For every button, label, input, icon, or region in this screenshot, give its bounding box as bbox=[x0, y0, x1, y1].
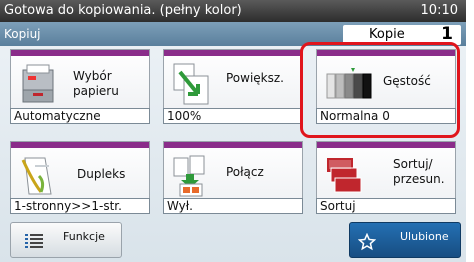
screen-title: Kopiuj bbox=[4, 27, 41, 41]
tile-accent-bar bbox=[164, 142, 302, 148]
combine-label: Połącz bbox=[226, 165, 264, 179]
tile-accent-bar bbox=[11, 142, 149, 148]
tile-accent-bar bbox=[317, 142, 455, 148]
zoom-label: Powiększ. bbox=[226, 71, 284, 85]
list-icon bbox=[25, 234, 43, 248]
functions-button[interactable]: Funkcje bbox=[10, 222, 122, 258]
favorites-button[interactable]: Ulubione bbox=[349, 222, 461, 258]
density-highlight-frame bbox=[300, 42, 460, 138]
status-bar: Gotowa do kopiowania. (pełny kolor) 10:1… bbox=[0, 0, 466, 22]
image-id-watermark bbox=[466, 198, 474, 262]
copies-value: 1 bbox=[441, 24, 453, 44]
duplex-label: Dupleks bbox=[77, 167, 126, 181]
tile-accent-bar bbox=[11, 50, 149, 56]
duplex-value: 1-stronny>>1-str. bbox=[10, 198, 150, 214]
zoom-icon bbox=[173, 63, 209, 105]
combine-value: Wył. bbox=[163, 198, 303, 214]
paper-selection-label: Wybór papieru bbox=[73, 69, 119, 98]
paper-tray-icon bbox=[22, 64, 54, 103]
duplex-icon bbox=[21, 157, 52, 195]
combine-icon bbox=[173, 155, 205, 197]
functions-label: Funkcje bbox=[63, 230, 105, 243]
collate-icon bbox=[327, 158, 362, 193]
paper-selection-value: Automatyczne bbox=[10, 108, 150, 124]
favorites-label: Ulubione bbox=[400, 230, 449, 243]
collate-offset-label: Sortuj/przesun. bbox=[393, 157, 445, 186]
zoom-value: 100% bbox=[163, 108, 303, 124]
star-icon bbox=[358, 233, 376, 251]
copy-screen: Gotowa do kopiowania. (pełny kolor) 10:1… bbox=[0, 0, 466, 262]
clock: 10:10 bbox=[420, 3, 458, 18]
status-message: Gotowa do kopiowania. (pełny kolor) bbox=[4, 3, 242, 18]
collate-offset-value: Sortuj bbox=[316, 198, 456, 214]
tile-accent-bar bbox=[164, 50, 302, 56]
